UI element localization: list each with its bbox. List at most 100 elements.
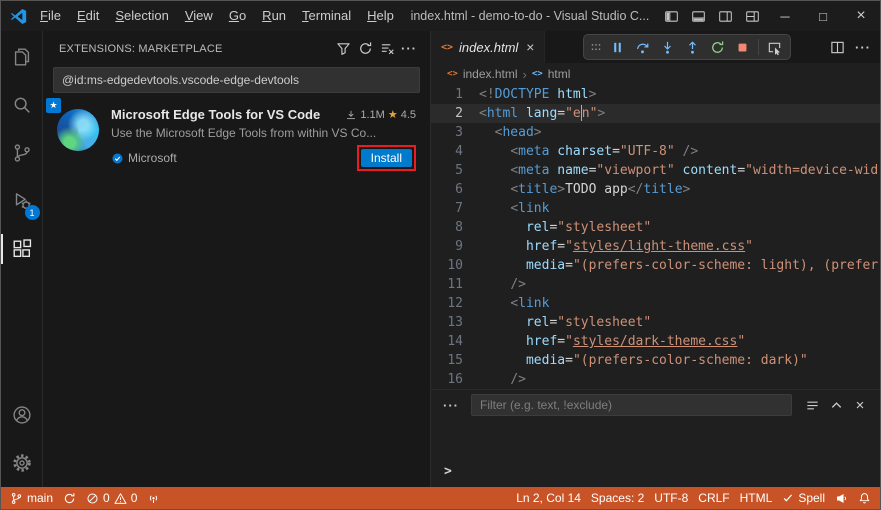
line-number: 13 [447, 315, 463, 330]
line-number: 5 [455, 163, 463, 178]
ports-indicator[interactable] [142, 487, 165, 509]
step-over-button[interactable] [630, 35, 655, 59]
code-line[interactable]: 4 <meta charset="UTF-8" /> [431, 142, 880, 161]
language-mode[interactable]: HTML [735, 487, 778, 509]
debug-toolbar [583, 34, 791, 60]
spell-checker[interactable]: Spell [777, 487, 830, 509]
panel-more-actions-icon[interactable]: ··· [439, 393, 463, 417]
menu-file[interactable]: File [32, 1, 69, 31]
spell-label: Spell [798, 491, 825, 505]
extensions-sidebar: EXTENSIONS: MARKETPLACE ··· ★ [43, 31, 431, 487]
extension-list-item[interactable]: ★ Microsoft Edge Tools for VS Code 1.1M … [43, 95, 430, 181]
sidebar-header: EXTENSIONS: MARKETPLACE ··· [43, 31, 430, 66]
line-number: 9 [455, 239, 463, 254]
sync-indicator[interactable] [58, 487, 81, 509]
restart-button[interactable] [705, 35, 730, 59]
sidebar-item-search[interactable] [1, 81, 43, 129]
tab-index-html[interactable]: <> index.html × [431, 31, 546, 63]
menu-selection[interactable]: Selection [107, 1, 176, 31]
code-line[interactable]: 2 <html lang="en"> [431, 104, 880, 123]
featured-star-badge: ★ [46, 98, 61, 113]
code-line[interactable]: 7 <link [431, 199, 880, 218]
code-line[interactable]: 15 media="(prefers-color-scheme: dark)" [431, 351, 880, 370]
panel-close-icon[interactable]: × [848, 393, 872, 417]
eol-sequence[interactable]: CRLF [693, 487, 734, 509]
close-button[interactable]: × [842, 1, 880, 31]
drag-grip-icon[interactable] [587, 35, 605, 59]
clear-search-icon[interactable] [376, 38, 398, 60]
filter-icon[interactable] [332, 38, 354, 60]
sidebar-item-run-debug[interactable]: 1 [1, 177, 43, 225]
cursor-position[interactable]: Ln 2, Col 14 [511, 487, 586, 509]
more-actions-icon[interactable]: ··· [398, 38, 420, 60]
line-number: 11 [447, 277, 463, 292]
maximize-button[interactable]: □ [804, 1, 842, 31]
panel-filter-input[interactable] [480, 398, 783, 412]
customize-layout-icon[interactable] [739, 1, 766, 31]
output-list-icon[interactable] [800, 393, 824, 417]
sidebar-item-explorer[interactable] [1, 33, 43, 81]
minimize-button[interactable]: ─ [766, 1, 804, 31]
line-number: 3 [455, 125, 463, 140]
encoding[interactable]: UTF-8 [649, 487, 693, 509]
extensions-search-input[interactable] [62, 73, 411, 87]
sidebar-item-extensions[interactable] [1, 225, 43, 273]
notifications-indicator[interactable] [853, 487, 876, 509]
feedback-indicator[interactable] [830, 487, 853, 509]
refresh-icon[interactable] [354, 38, 376, 60]
account-icon [12, 406, 31, 424]
code-line[interactable]: 5 <meta name="viewport" content="width=d… [431, 161, 880, 180]
split-editor-button[interactable] [824, 34, 850, 60]
breadcrumb-file[interactable]: index.html [463, 67, 518, 81]
split-editor-icon [830, 41, 844, 53]
menu-go[interactable]: Go [221, 1, 254, 31]
install-button[interactable]: Install [360, 149, 412, 167]
indentation[interactable]: Spaces: 2 [586, 487, 649, 509]
code-line[interactable]: 6 <title>TODO app</title> [431, 180, 880, 199]
menu-help[interactable]: Help [359, 1, 402, 31]
gear-icon [12, 454, 31, 472]
menu-view[interactable]: View [177, 1, 221, 31]
toggle-panel-icon[interactable] [685, 1, 712, 31]
stop-button[interactable] [730, 35, 755, 59]
search-icon [14, 97, 30, 113]
account-button[interactable] [1, 391, 43, 439]
code-line[interactable]: 8 rel="stylesheet" [431, 218, 880, 237]
step-into-button[interactable] [655, 35, 680, 59]
vscode-logo-icon [10, 8, 27, 24]
menu-edit[interactable]: Edit [69, 1, 107, 31]
bell-icon [859, 492, 870, 503]
editor-more-actions-icon[interactable]: ··· [850, 34, 876, 60]
sidebar-item-source-control[interactable] [1, 129, 43, 177]
toggle-sidebar-right-icon[interactable] [712, 1, 739, 31]
extensions-search-box [53, 67, 420, 93]
code-line[interactable]: 13 rel="stylesheet" [431, 313, 880, 332]
code-line[interactable]: 9 href="styles/light-theme.css" [431, 237, 880, 256]
console-prompt-chevron[interactable]: > [444, 464, 452, 479]
maximize-panel-chevron-icon[interactable] [824, 393, 848, 417]
toggle-sidebar-left-icon[interactable] [658, 1, 685, 31]
edge-logo-icon [57, 109, 99, 151]
code-line[interactable]: 3 <head> [431, 123, 880, 142]
code-line[interactable]: 16 /> [431, 370, 880, 389]
code-line[interactable]: 1 <!DOCTYPE html> [431, 85, 880, 104]
settings-button[interactable] [1, 439, 43, 487]
breadcrumb-symbol[interactable]: html [548, 67, 571, 81]
step-out-button[interactable] [680, 35, 705, 59]
code-line[interactable]: 10 media="(prefers-color-scheme: light),… [431, 256, 880, 275]
pause-button[interactable] [605, 35, 630, 59]
code-editor[interactable]: 1 <!DOCTYPE html> 2 <html lang="en"> 3 <head… [431, 85, 880, 389]
code-line[interactable]: 11 /> [431, 275, 880, 294]
line-number: 8 [455, 220, 463, 235]
line-number: 16 [447, 372, 463, 387]
tab-close-icon[interactable]: × [526, 39, 534, 55]
menu-terminal[interactable]: Terminal [294, 1, 359, 31]
branch-name: main [27, 491, 54, 505]
branch-indicator[interactable]: main [5, 487, 58, 509]
code-lines: 1 <!DOCTYPE html> 2 <html lang="en"> 3 <head… [431, 85, 880, 389]
code-line[interactable]: 14 href="styles/dark-theme.css" [431, 332, 880, 351]
menu-run[interactable]: Run [254, 1, 294, 31]
problems-indicator[interactable]: 0 0 [81, 487, 142, 509]
code-line[interactable]: 12 <link [431, 294, 880, 313]
inspect-button[interactable] [762, 35, 787, 59]
